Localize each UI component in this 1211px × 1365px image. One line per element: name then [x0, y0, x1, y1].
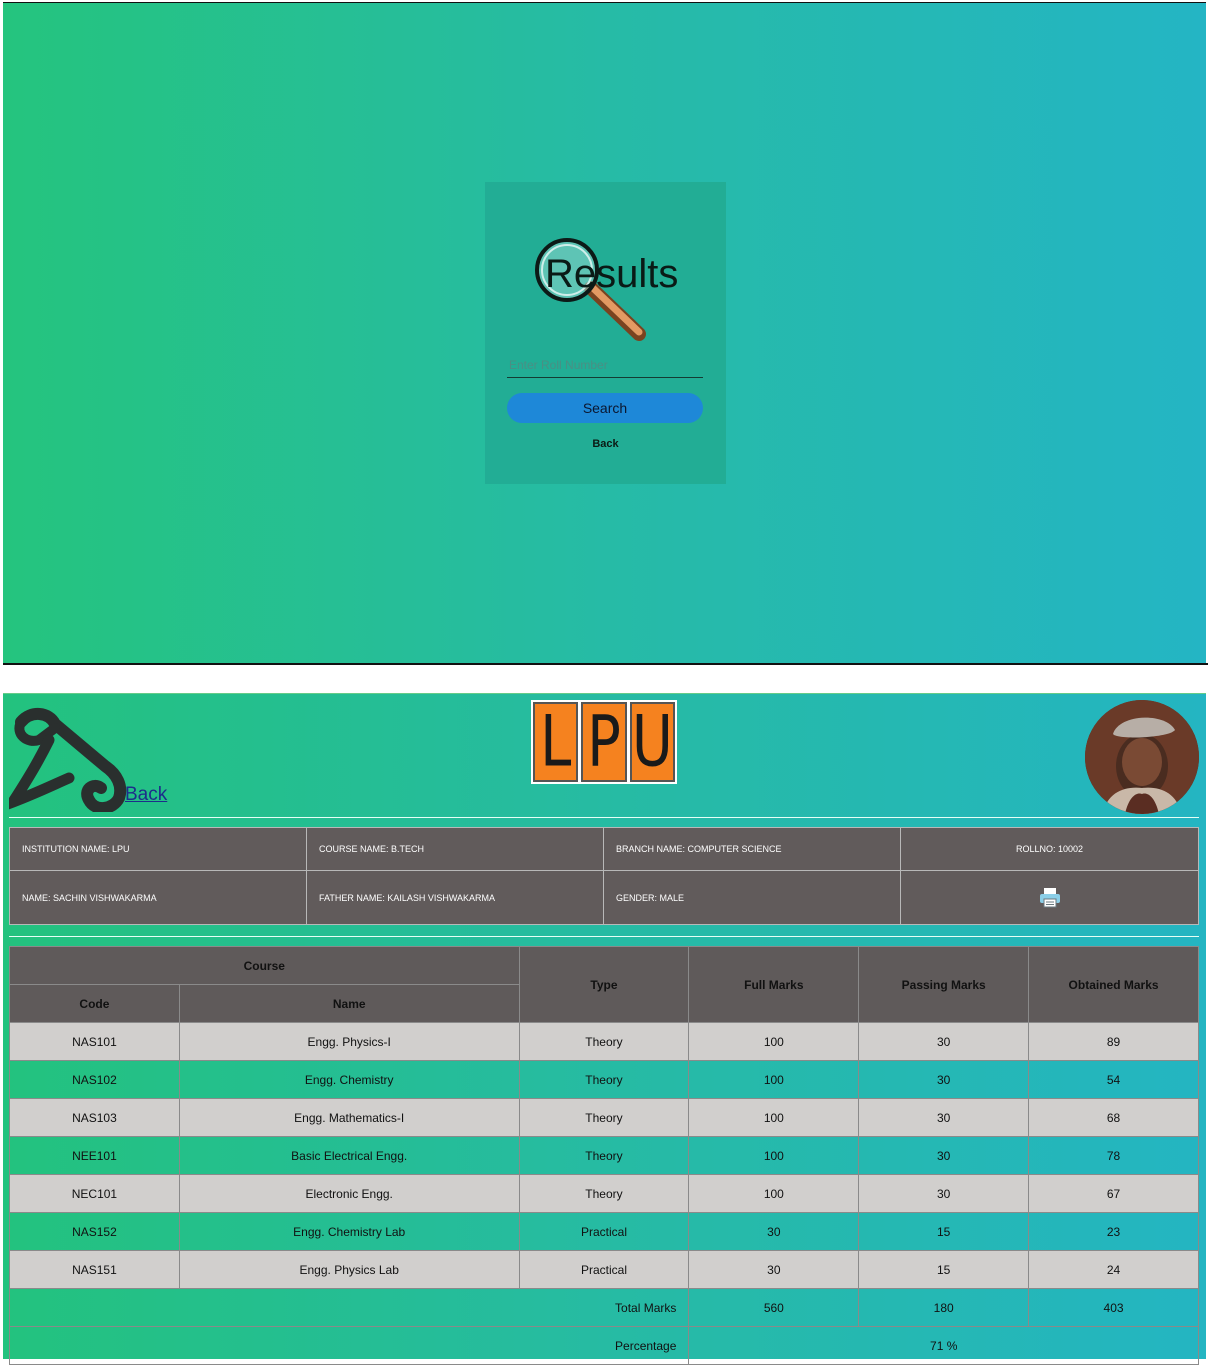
search-screen: Results Search Back	[3, 2, 1206, 663]
course-code: NAS101	[9, 1022, 180, 1061]
lpu-letter-box: L	[533, 701, 579, 783]
course-code: NEC101	[9, 1174, 180, 1213]
table-row: NAS101 Engg. Physics-I Theory 100 30 89	[9, 1022, 1199, 1061]
search-card: Results Search Back	[485, 182, 726, 484]
total-passing-marks: 180	[858, 1288, 1030, 1327]
passing-marks-header: Passing Marks	[858, 946, 1030, 1023]
table-row: NAS102 Engg. Chemistry Theory 100 30 54	[9, 1060, 1199, 1099]
obtained-marks-header: Obtained Marks	[1028, 946, 1199, 1023]
course-type: Theory	[518, 1174, 690, 1213]
table-row: NAS152 Engg. Chemistry Lab Practical 30 …	[9, 1212, 1199, 1251]
course-code: NAS151	[9, 1250, 180, 1289]
obtained-marks: 67	[1028, 1174, 1199, 1213]
obtained-marks: 24	[1028, 1250, 1199, 1289]
full-marks: 30	[688, 1212, 860, 1251]
student-name: NAME: SACHIN VISHWAKARMA	[9, 870, 307, 925]
course-name: Engg. Chemistry	[178, 1060, 520, 1099]
passing-marks: 30	[858, 1174, 1030, 1213]
student-info-table: INSTITUTION NAME: LPU COURSE NAME: B.TEC…	[9, 827, 1199, 925]
course-code: NEE101	[9, 1136, 180, 1175]
lpu-letter-box: U	[629, 701, 675, 783]
divider	[3, 663, 1208, 665]
print-cell	[900, 870, 1199, 925]
full-marks-header: Full Marks	[688, 946, 860, 1023]
full-marks: 100	[688, 1174, 860, 1213]
total-row: Total Marks 560 180 403	[8, 1288, 1199, 1327]
student-photo-image	[1085, 700, 1199, 814]
full-marks: 100	[688, 1098, 860, 1137]
course-type: Practical	[518, 1212, 690, 1251]
course-type: Practical	[518, 1250, 690, 1289]
passing-marks: 15	[858, 1212, 1030, 1251]
course-code: NAS152	[9, 1212, 180, 1251]
obtained-marks: 89	[1028, 1022, 1199, 1061]
back-link[interactable]: Back	[485, 438, 726, 450]
lpu-logo: L P U	[531, 700, 677, 784]
passing-marks: 15	[858, 1250, 1030, 1289]
back-link[interactable]: Back	[125, 784, 167, 806]
passing-marks: 30	[858, 1060, 1030, 1099]
roll-number: ROLLNO: 10002	[900, 827, 1199, 871]
passing-marks: 30	[858, 1098, 1030, 1137]
result-screen: Back L P U INSTITUTION NAME: LPU COURSE …	[3, 693, 1206, 1365]
course-code: NAS103	[9, 1098, 180, 1137]
course-type: Theory	[518, 1136, 690, 1175]
course-type: Theory	[518, 1060, 690, 1099]
lpu-letter: P	[587, 701, 621, 783]
full-marks: 100	[688, 1022, 860, 1061]
obtained-marks: 78	[1028, 1136, 1199, 1175]
table-row: NEE101 Basic Electrical Engg. Theory 100…	[9, 1136, 1199, 1175]
course-name: Engg. Mathematics-I	[178, 1098, 520, 1137]
total-obtained-marks: 403	[1028, 1288, 1199, 1327]
printer-icon[interactable]	[1039, 886, 1061, 908]
code-header: Code	[9, 984, 180, 1023]
course-type: Theory	[518, 1022, 690, 1061]
course-name: Engg. Chemistry Lab	[178, 1212, 520, 1251]
lpu-letter: L	[540, 701, 572, 783]
scroll-icon	[9, 708, 127, 812]
results-logo-text: Results	[545, 252, 679, 296]
name-header: Name	[178, 984, 520, 1023]
obtained-marks: 23	[1028, 1212, 1199, 1251]
search-button[interactable]: Search	[507, 393, 703, 423]
total-marks-label: Total Marks	[8, 1288, 690, 1327]
full-marks: 100	[688, 1136, 860, 1175]
lpu-letter-box: P	[581, 701, 627, 783]
table-row: NAS151 Engg. Physics Lab Practical 30 15…	[9, 1250, 1199, 1289]
course-name: Engg. Physics-I	[178, 1022, 520, 1061]
info-divider	[9, 936, 1199, 937]
institution-name: INSTITUTION NAME: LPU	[9, 827, 307, 871]
table-row: NAS103 Engg. Mathematics-I Theory 100 30…	[9, 1098, 1199, 1137]
branch-name: BRANCH NAME: COMPUTER SCIENCE	[603, 827, 901, 871]
full-marks: 100	[688, 1060, 860, 1099]
course-name: Electronic Engg.	[178, 1174, 520, 1213]
course-header: Course	[9, 946, 520, 985]
obtained-marks: 54	[1028, 1060, 1199, 1099]
course-code: NAS102	[9, 1060, 180, 1099]
student-photo	[1085, 700, 1199, 814]
gender: GENDER: MALE	[603, 870, 901, 925]
passing-marks: 30	[858, 1022, 1030, 1061]
passing-marks: 30	[858, 1136, 1030, 1175]
type-header: Type	[518, 946, 690, 1023]
header-divider	[9, 817, 1199, 818]
obtained-marks: 68	[1028, 1098, 1199, 1137]
marks-table: Course Type Full Marks Passing Marks Obt…	[8, 946, 1199, 1365]
full-marks: 30	[688, 1250, 860, 1289]
course-name: Engg. Physics Lab	[178, 1250, 520, 1289]
roll-number-input[interactable]	[507, 352, 703, 378]
table-row: NEC101 Electronic Engg. Theory 100 30 67	[9, 1174, 1199, 1213]
lpu-letter: U	[631, 701, 673, 783]
course-name: Basic Electrical Engg.	[178, 1136, 520, 1175]
total-full-marks: 560	[688, 1288, 860, 1327]
course-name: COURSE NAME: B.TECH	[306, 827, 604, 871]
father-name: FATHER NAME: KAILASH VISHWAKARMA	[306, 870, 604, 925]
course-type: Theory	[518, 1098, 690, 1137]
